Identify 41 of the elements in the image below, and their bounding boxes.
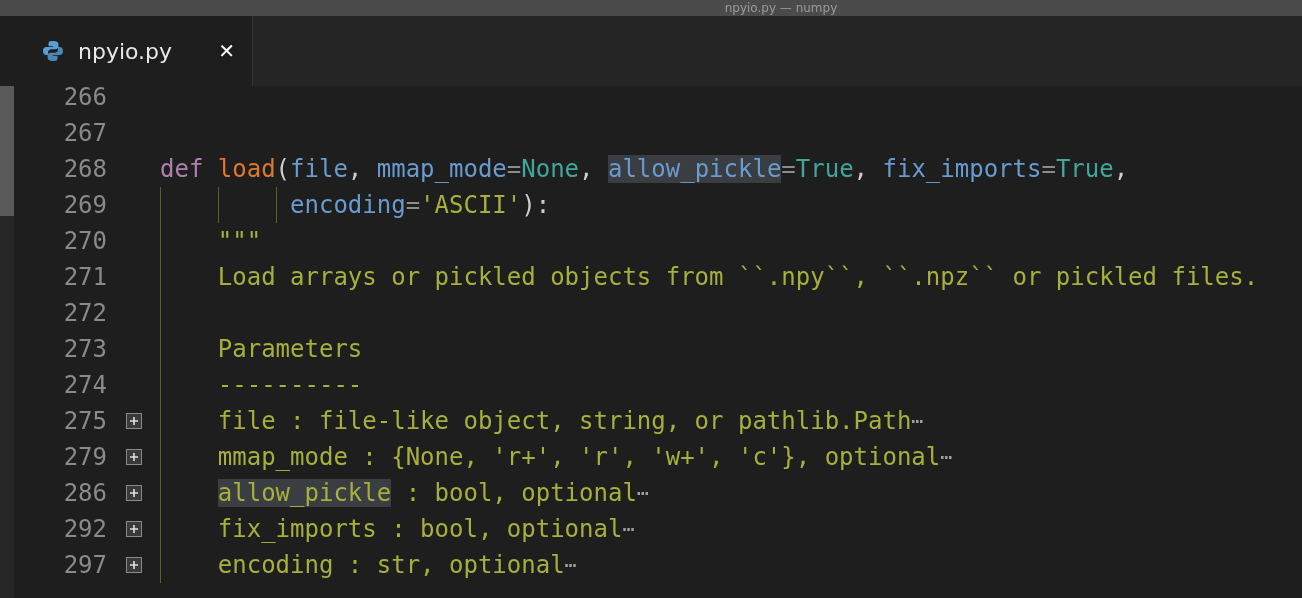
line-number: 271 bbox=[62, 263, 107, 291]
code-line: def load(file, mmap_mode=None, allow_pickle=True, fix_imports=True, bbox=[160, 155, 1129, 183]
expand-icon[interactable] bbox=[125, 521, 142, 537]
line-number: 273 bbox=[62, 335, 107, 363]
line-number: 267 bbox=[62, 119, 107, 147]
folded-ellipsis[interactable]: ⋯ bbox=[940, 445, 953, 469]
folded-ellipsis[interactable]: ⋯ bbox=[636, 481, 649, 505]
code-line: Parameters bbox=[217, 335, 363, 363]
code-line: fix_imports : bool, optional bbox=[217, 515, 623, 543]
expand-icon[interactable] bbox=[125, 449, 142, 465]
expand-icon[interactable] bbox=[125, 413, 142, 429]
line-number: 266 bbox=[62, 86, 107, 111]
code-line: Load arrays or pickled objects from ``.npy``, ``.npz`` or pickled files. bbox=[217, 263, 1259, 291]
folded-ellipsis[interactable]: ⋯ bbox=[911, 409, 924, 433]
expand-icon[interactable] bbox=[125, 557, 142, 573]
python-icon bbox=[42, 40, 64, 62]
code-line: encoding : str, optional bbox=[217, 551, 565, 579]
line-number: 268 bbox=[62, 155, 107, 183]
line-number: 272 bbox=[62, 299, 107, 327]
line-number: 286 bbox=[62, 479, 107, 507]
line-number: 279 bbox=[62, 443, 107, 471]
scrollbar-thumb[interactable] bbox=[0, 86, 14, 216]
line-number: 270 bbox=[62, 227, 107, 255]
close-button[interactable]: ✕ bbox=[218, 39, 235, 63]
expand-icon[interactable] bbox=[125, 485, 142, 501]
window-title: npyio.py — numpy bbox=[724, 1, 838, 15]
line-number: 292 bbox=[62, 515, 107, 543]
folded-ellipsis[interactable]: ⋯ bbox=[564, 553, 577, 577]
tab-label: npyio.py bbox=[78, 38, 173, 64]
code-line: allow_pickle : bool, optional bbox=[217, 479, 637, 507]
code-line: ---------- bbox=[217, 371, 363, 399]
code-line: file : file-like object, string, or pathlib.Path bbox=[217, 407, 912, 435]
folded-ellipsis[interactable]: ⋯ bbox=[622, 517, 635, 541]
line-number: 297 bbox=[62, 551, 107, 579]
code-line: """ bbox=[217, 227, 262, 255]
line-number: 269 bbox=[62, 191, 107, 219]
file-tab[interactable]: npyio.py ✕ bbox=[0, 16, 253, 86]
line-number: 275 bbox=[62, 407, 107, 435]
code-line: encoding='ASCII'): bbox=[290, 191, 551, 219]
line-number: 274 bbox=[62, 371, 107, 399]
code-line: mmap_mode : {None, 'r+', 'r', 'w+', 'c'}, optional bbox=[217, 443, 941, 471]
